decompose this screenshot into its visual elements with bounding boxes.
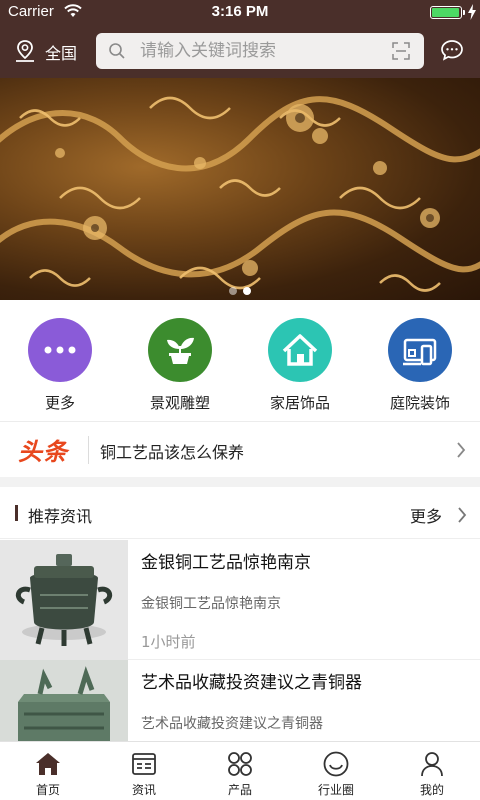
garden-device-icon xyxy=(388,318,452,382)
location-label[interactable]: 全国 xyxy=(45,40,77,64)
headline-text[interactable]: 铜工艺品该怎么保养 xyxy=(100,439,244,463)
more-link[interactable]: 更多 xyxy=(410,503,442,527)
scan-icon[interactable] xyxy=(392,42,410,60)
category-landscape-sculpture[interactable]: 景观雕塑 xyxy=(120,318,240,413)
tab-industry-circle[interactable]: 行业圈 xyxy=(288,742,384,800)
battery-tip xyxy=(463,10,465,15)
news-summary: 艺术品收藏投资建议之青铜器 xyxy=(141,716,323,732)
news-title: 金银铜工艺品惊艳南京 xyxy=(141,553,311,573)
chevron-right-icon[interactable] xyxy=(457,506,467,524)
news-time: 1小时前 xyxy=(141,633,196,651)
category-garden-decor[interactable]: 庭院装饰 xyxy=(360,318,480,413)
tab-mine[interactable]: 我的 xyxy=(384,742,480,800)
category-grid: 更多 景观雕塑 家居饰品 庭院装饰 xyxy=(0,300,480,420)
tab-label: 产品 xyxy=(227,783,252,797)
category-label: 景观雕塑 xyxy=(149,394,210,412)
tab-label: 行业圈 xyxy=(317,783,354,797)
section-marker xyxy=(15,505,18,521)
carousel-dot[interactable] xyxy=(229,287,237,295)
section-gap xyxy=(0,477,480,487)
tab-label: 资讯 xyxy=(131,783,156,797)
message-icon[interactable] xyxy=(440,39,464,61)
search-icon xyxy=(109,43,125,59)
tab-label: 首页 xyxy=(35,783,60,797)
plant-pot-icon xyxy=(148,318,212,382)
home-icon xyxy=(268,318,332,382)
clock: 3:16 PM xyxy=(211,3,269,20)
section-title: 推荐资讯 xyxy=(28,507,93,526)
user-icon xyxy=(421,752,443,777)
tab-label: 我的 xyxy=(419,783,444,797)
news-tab-icon xyxy=(132,753,156,775)
category-label: 家居饰品 xyxy=(269,394,330,412)
status-bar: Carrier 3:16 PM xyxy=(0,0,480,26)
carousel-indicator xyxy=(0,280,480,299)
tab-products[interactable]: 产品 xyxy=(192,742,288,800)
banner-carousel[interactable] xyxy=(0,78,480,300)
search-bar[interactable] xyxy=(96,33,424,69)
carousel-dot-active[interactable] xyxy=(243,287,251,295)
recommended-news-header: 推荐资讯 更多 xyxy=(0,487,480,539)
news-thumbnail xyxy=(0,540,128,660)
category-more[interactable]: 更多 xyxy=(0,318,120,413)
category-home-decor[interactable]: 家居饰品 xyxy=(240,318,360,413)
news-item[interactable]: 金银铜工艺品惊艳南京 金银铜工艺品惊艳南京 1小时前 xyxy=(0,540,480,660)
charging-icon xyxy=(468,4,476,20)
banner-image xyxy=(0,96,480,292)
more-dots-icon xyxy=(28,318,92,382)
chevron-right-icon[interactable] xyxy=(456,441,466,459)
battery-icon xyxy=(430,6,462,19)
location-pin-icon[interactable] xyxy=(14,39,36,63)
tab-home[interactable]: 首页 xyxy=(0,742,96,800)
headline-tag: 头条 xyxy=(18,438,68,466)
headline-ticker[interactable]: 头条 铜工艺品该怎么保养 xyxy=(0,421,480,477)
top-bar: Carrier 3:16 PM 全国 xyxy=(0,0,480,78)
category-label: 庭院装饰 xyxy=(389,394,450,412)
news-summary: 金银铜工艺品惊艳南京 xyxy=(141,596,281,612)
news-title: 艺术品收藏投资建议之青铜器 xyxy=(141,673,362,693)
app-header: 全国 xyxy=(0,26,480,78)
smile-circle-icon xyxy=(323,751,349,777)
tab-news[interactable]: 资讯 xyxy=(96,742,192,800)
search-input[interactable] xyxy=(140,33,380,69)
category-label: 更多 xyxy=(44,394,75,412)
bottom-tab-bar: 首页 资讯 产品 行业圈 我的 xyxy=(0,741,480,800)
product-grid-icon xyxy=(228,752,252,776)
home-tab-icon xyxy=(36,753,60,775)
divider xyxy=(88,436,89,464)
